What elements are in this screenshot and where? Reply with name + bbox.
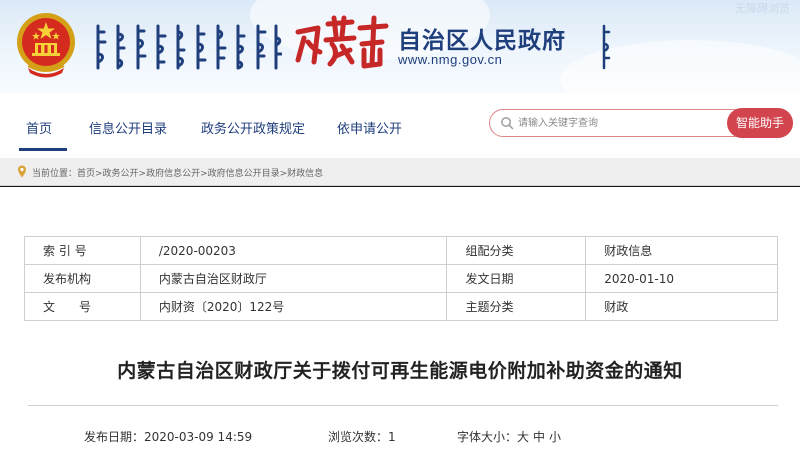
table-row: 发布机构 内蒙古自治区财政厅 发文日期 2020-01-10 <box>24 264 778 293</box>
article-title: 内蒙古自治区财政厅关于拨付可再生能源电价附加补助资金的通知 <box>117 360 683 382</box>
value-document-number: 内财资〔2020〕122号 <box>139 292 448 321</box>
nav-item-apply-disclosure[interactable]: 依申请公开 <box>337 118 402 137</box>
header-divider <box>0 186 800 187</box>
smart-assistant-button[interactable]: 智能助手 <box>727 108 793 138</box>
nav-item-info-catalog[interactable]: 信息公开目录 <box>89 118 167 137</box>
font-medium-button[interactable]: 中 <box>533 430 545 444</box>
table-row: 文 号 内财资〔2020〕122号 主题分类 财政 <box>24 292 778 321</box>
value-issue-date: 2020-01-10 <box>585 264 778 293</box>
mongolian-script-logo <box>96 24 282 70</box>
publish-date: 发布日期：2020-03-09 14:59 <box>84 430 253 444</box>
font-small-button[interactable]: 小 <box>549 430 561 444</box>
label-document-number: 文 号 <box>24 292 141 321</box>
location-pin-icon <box>18 165 26 178</box>
label-category: 组配分类 <box>446 236 587 265</box>
value-index-number: /2020-00203 <box>139 236 448 265</box>
accessibility-link[interactable]: 无障碍浏览 <box>735 0 790 16</box>
view-count: 浏览次数：1 <box>328 430 396 444</box>
value-publisher: 内蒙古自治区财政厅 <box>139 264 448 293</box>
site-banner: 自治区人民政府 www.nmg.gov.cn 无障碍浏览 <box>0 0 800 93</box>
nav-active-indicator <box>19 148 67 151</box>
government-url[interactable]: www.nmg.gov.cn <box>398 52 502 67</box>
font-large-button[interactable]: 大 <box>517 430 529 444</box>
font-size-control: 字体大小：大中小 <box>457 428 561 445</box>
national-emblem-icon[interactable] <box>14 10 78 80</box>
breadcrumb[interactable]: 当前位置：首页>政务公开>政府信息公开>政府信息公开目录>财政信息 <box>32 166 323 179</box>
title-divider <box>28 405 778 406</box>
label-topic: 主题分类 <box>446 292 587 321</box>
value-category: 财政信息 <box>585 236 778 265</box>
value-topic: 财政 <box>585 292 778 321</box>
label-index-number: 索 引 号 <box>24 236 141 265</box>
government-title[interactable]: 自治区人民政府 <box>398 21 566 55</box>
nav-item-home[interactable]: 首页 <box>26 118 52 137</box>
label-issue-date: 发文日期 <box>446 264 587 293</box>
font-size-label: 字体大小： <box>457 430 518 444</box>
nav-item-policy-rules[interactable]: 政务公开政策规定 <box>201 118 305 137</box>
table-row: 索 引 号 /2020-00203 组配分类 财政信息 <box>24 236 778 265</box>
label-publisher: 发布机构 <box>24 264 141 293</box>
search-icon[interactable] <box>500 116 514 130</box>
calligraphy-logo <box>295 15 389 69</box>
mongolian-script-small <box>602 24 611 70</box>
document-info-table: 索 引 号 /2020-00203 组配分类 财政信息 发布机构 内蒙古自治区财… <box>24 236 778 321</box>
main-nav: 首页 信息公开目录 政务公开政策规定 依申请公开 智能助手 <box>0 93 800 158</box>
search-input[interactable] <box>518 114 718 132</box>
breadcrumb-bar: 当前位置：首页>政务公开>政府信息公开>政府信息公开目录>财政信息 <box>0 158 800 186</box>
